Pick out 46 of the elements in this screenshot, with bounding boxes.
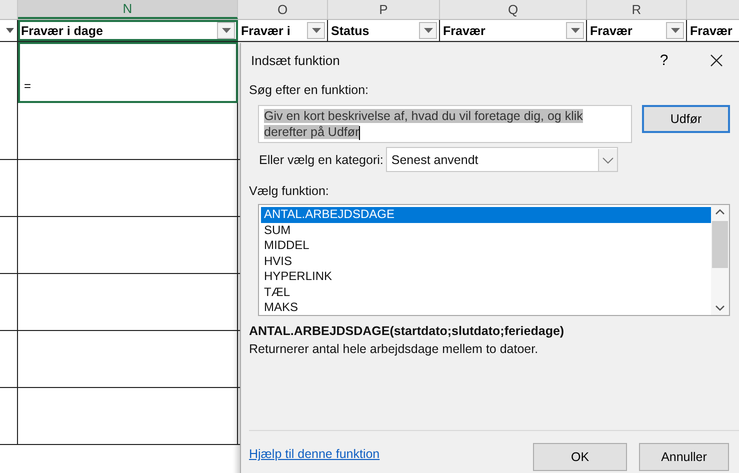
caret-down-icon xyxy=(424,28,432,33)
go-button[interactable]: Udfør xyxy=(642,105,730,133)
search-field[interactable]: Giv en kort beskrivelse af, hvad du vil foretage dig, og klik derefter på Udfør xyxy=(258,105,632,143)
dialog-title: Indsæt funktion xyxy=(251,52,341,68)
column-letter[interactable]: N xyxy=(122,1,132,16)
column-letter[interactable]: R xyxy=(632,2,642,17)
column-header: Fravær xyxy=(443,24,486,38)
function-item[interactable]: TÆL xyxy=(261,284,711,300)
filter-dropdown-button[interactable] xyxy=(307,22,325,39)
dialog-button[interactable]: OK xyxy=(533,443,627,471)
function-item[interactable]: SUM xyxy=(261,222,711,238)
function-item[interactable]: ANTAL.ARBEJDSDAGE xyxy=(261,207,711,222)
function-item[interactable]: MIDDEL xyxy=(261,238,711,254)
help-link[interactable]: Hjælp til denne funktion xyxy=(249,447,380,461)
chevron-down-icon xyxy=(598,148,618,170)
caret-down-icon xyxy=(222,28,230,33)
function-item[interactable]: HVIS xyxy=(261,254,711,269)
function-item[interactable]: HYPERLINK xyxy=(261,269,711,284)
dialog-button[interactable]: Annuller xyxy=(639,443,729,471)
help-button[interactable]: ? xyxy=(654,52,674,68)
column-header: Status xyxy=(331,24,370,38)
column-letter[interactable]: Q xyxy=(508,2,518,17)
caret-down-icon xyxy=(670,28,680,33)
function-description: Returnerer antal hele arbejdsdage mellem to datoer. xyxy=(249,342,538,356)
filter-dropdown-button[interactable] xyxy=(666,22,684,39)
search-label: Søg efter en funktion: xyxy=(249,83,369,97)
function-signature: ANTAL.ARBEJDSDAGE(startdato;slutdato;feriedage) xyxy=(249,324,564,338)
caret-down-icon xyxy=(312,28,320,33)
column-header: Fravær i dage xyxy=(21,24,104,38)
filter-dropdown-button[interactable] xyxy=(566,22,584,39)
column-header: Fravær xyxy=(590,24,634,38)
function-item[interactable]: MAKS xyxy=(261,300,711,316)
filter-dropdown-button[interactable] xyxy=(217,22,235,39)
close-button[interactable] xyxy=(708,52,724,68)
column-letter[interactable]: P xyxy=(379,2,388,17)
scroll-thumb[interactable] xyxy=(712,221,728,268)
filter-dropdown-button[interactable] xyxy=(419,22,437,39)
category-dropdown[interactable]: Senest anvendt xyxy=(386,147,618,172)
column-header: Fravær xyxy=(690,24,734,38)
function-label: Vælg funktion: xyxy=(249,184,329,198)
column-letter[interactable]: O xyxy=(277,2,288,17)
category-label: Eller vælg en kategori: xyxy=(259,152,384,166)
column-header: Fravær i xyxy=(241,24,292,38)
active-cell[interactable]: = xyxy=(18,42,238,103)
caret-down-icon xyxy=(570,28,580,33)
filter-arrow-icon[interactable] xyxy=(6,28,14,33)
